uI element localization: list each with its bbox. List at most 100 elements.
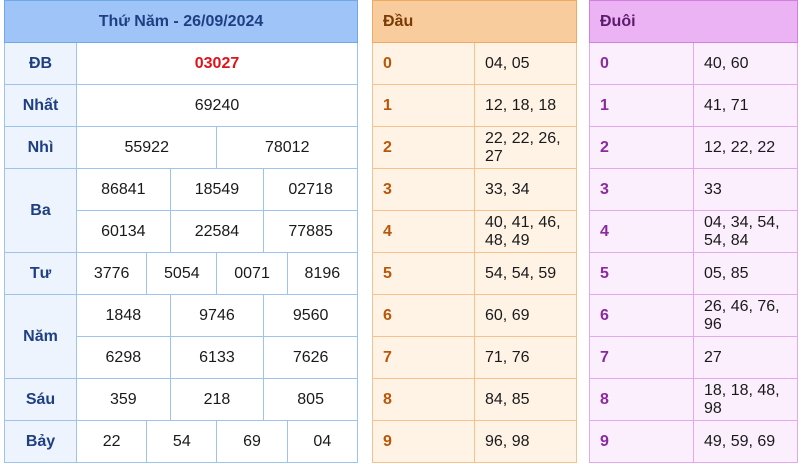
- head-numbers: 04, 05: [474, 42, 577, 85]
- head-numbers: 54, 54, 59: [474, 252, 577, 295]
- head-row: 1 12, 18, 18: [372, 84, 577, 127]
- tail-digit: 2: [589, 126, 694, 169]
- tail-digit: 8: [589, 378, 694, 421]
- prize-value-nam: 7626: [263, 336, 358, 379]
- tail-numbers: 04, 34, 54, 54, 84: [693, 210, 798, 253]
- prize-value-nam: 9746: [169, 294, 265, 337]
- tail-numbers: 33: [693, 168, 798, 211]
- prize-row-ba: Ba 86841 18549 02718: [4, 168, 358, 253]
- prize-value-nhi: 55922: [75, 126, 218, 169]
- head-row: 9 96, 98: [372, 420, 577, 463]
- head-digit: 4: [372, 210, 475, 253]
- prize-label-sau: Sáu: [4, 378, 77, 421]
- tail-digit: 7: [589, 336, 694, 379]
- tail-digits-title: Đuôi: [589, 0, 798, 43]
- head-digit: 5: [372, 252, 475, 295]
- prize-value-nhat: 69240: [76, 84, 358, 127]
- head-numbers: 33, 34: [474, 168, 577, 211]
- tail-digit: 3: [589, 168, 694, 211]
- prize-label-nam: Năm: [4, 294, 77, 379]
- head-digit: 8: [372, 378, 475, 421]
- head-numbers: 60, 69: [474, 294, 577, 337]
- prize-row-nhat: Nhất 69240: [4, 84, 358, 127]
- head-digit: 2: [372, 126, 475, 169]
- prize-value-bay: 04: [286, 420, 359, 463]
- prize-row-db: ĐB 03027: [4, 42, 358, 85]
- prize-row-bay: Bảy 22 54 69 04: [4, 420, 359, 463]
- tail-numbers: 40, 60: [693, 42, 798, 85]
- head-digits-title: Đầu: [372, 0, 577, 43]
- tail-digit: 9: [589, 420, 694, 463]
- tail-row: 6 26, 46, 76, 96: [589, 294, 798, 337]
- prize-label-nhat: Nhất: [4, 84, 77, 127]
- tail-row: 9 49, 59, 69: [589, 420, 798, 463]
- head-row: 3 33, 34: [372, 168, 577, 211]
- tail-row: 7 27: [589, 336, 798, 379]
- tail-digits-panel: Đuôi 0 40, 60 1 41, 71 2 12, 22, 22 3 33 4 04…: [589, 0, 798, 463]
- lottery-results-panel: Thứ Năm - 26/09/2024 ĐB 03027 Nhất 69240…: [4, 0, 359, 463]
- prize-value-ba: 18549: [169, 168, 265, 211]
- head-digit: 6: [372, 294, 475, 337]
- prize-value-ba: 77885: [263, 210, 358, 253]
- head-numbers: 22, 22, 26, 27: [474, 126, 577, 169]
- prize-value-nam: 6298: [76, 336, 171, 379]
- tail-numbers: 49, 59, 69: [693, 420, 798, 463]
- tail-digits-table: Đuôi 0 40, 60 1 41, 71 2 12, 22, 22 3 33 4 04…: [589, 0, 798, 463]
- prize-row-sau: Sáu 359 218 805: [4, 378, 358, 421]
- prize-value-tu: 3776: [75, 252, 148, 295]
- tail-numbers: 18, 18, 48, 98: [693, 378, 798, 421]
- tail-digit: 4: [589, 210, 694, 253]
- prize-value-bay: 22: [75, 420, 148, 463]
- head-digit: 3: [372, 168, 475, 211]
- prize-label-nhi: Nhì: [4, 126, 77, 169]
- prize-value-ba: 02718: [263, 168, 358, 211]
- tail-row: 1 41, 71: [589, 84, 798, 127]
- head-digits-table: Đầu 0 04, 05 1 12, 18, 18 2 22, 22, 26, 27 …: [372, 0, 577, 463]
- head-row: 2 22, 22, 26, 27: [372, 126, 577, 169]
- head-row: 7 71, 76: [372, 336, 577, 379]
- prize-value-sau: 359: [76, 378, 171, 421]
- prize-label-tu: Tư: [4, 252, 77, 295]
- tail-numbers: 12, 22, 22: [693, 126, 798, 169]
- prize-value-ba: 60134: [76, 210, 171, 253]
- prize-value-nam: 9560: [263, 294, 358, 337]
- prize-value-sau: 218: [169, 378, 265, 421]
- head-row: 5 54, 54, 59: [372, 252, 577, 295]
- tail-row: 0 40, 60: [589, 42, 798, 85]
- prize-value-ba: 22584: [169, 210, 265, 253]
- prize-row-tu: Tư 3776 5054 0071 8196: [4, 252, 359, 295]
- prize-row-nam: Năm 1848 9746 9560: [4, 294, 358, 379]
- prize-value-sau: 805: [263, 378, 358, 421]
- head-numbers: 84, 85: [474, 378, 577, 421]
- prize-value-nam: 6133: [169, 336, 265, 379]
- prize-value-bay: 54: [146, 420, 218, 463]
- head-numbers: 40, 41, 46, 48, 49: [474, 210, 577, 253]
- tail-digit: 6: [589, 294, 694, 337]
- head-row: 6 60, 69: [372, 294, 577, 337]
- lottery-results-table: Thứ Năm - 26/09/2024 ĐB 03027 Nhất 69240…: [4, 0, 359, 463]
- head-numbers: 12, 18, 18: [474, 84, 577, 127]
- head-digit: 1: [372, 84, 475, 127]
- prize-value-tu: 5054: [146, 252, 218, 295]
- head-digit: 9: [372, 420, 475, 463]
- head-row: 8 84, 85: [372, 378, 577, 421]
- head-numbers: 96, 98: [474, 420, 577, 463]
- head-digit: 7: [372, 336, 475, 379]
- prize-value-db: 03027: [76, 42, 358, 85]
- tail-numbers: 05, 85: [693, 252, 798, 295]
- results-title: Thứ Năm - 26/09/2024: [4, 0, 358, 43]
- tail-row: 4 04, 34, 54, 54, 84: [589, 210, 798, 253]
- tail-numbers: 41, 71: [693, 84, 798, 127]
- tail-numbers: 27: [693, 336, 798, 379]
- tail-numbers: 26, 46, 76, 96: [693, 294, 798, 337]
- head-row: 4 40, 41, 46, 48, 49: [372, 210, 577, 253]
- head-row: 0 04, 05: [372, 42, 577, 85]
- prize-value-bay: 69: [216, 420, 288, 463]
- tail-row: 8 18, 18, 48, 98: [589, 378, 798, 421]
- tail-digit: 0: [589, 42, 694, 85]
- prize-row-nhi: Nhì 55922 78012: [4, 126, 358, 169]
- prize-value-nam: 1848: [76, 294, 171, 337]
- head-digit: 0: [372, 42, 475, 85]
- tail-digit: 5: [589, 252, 694, 295]
- tail-row: 5 05, 85: [589, 252, 798, 295]
